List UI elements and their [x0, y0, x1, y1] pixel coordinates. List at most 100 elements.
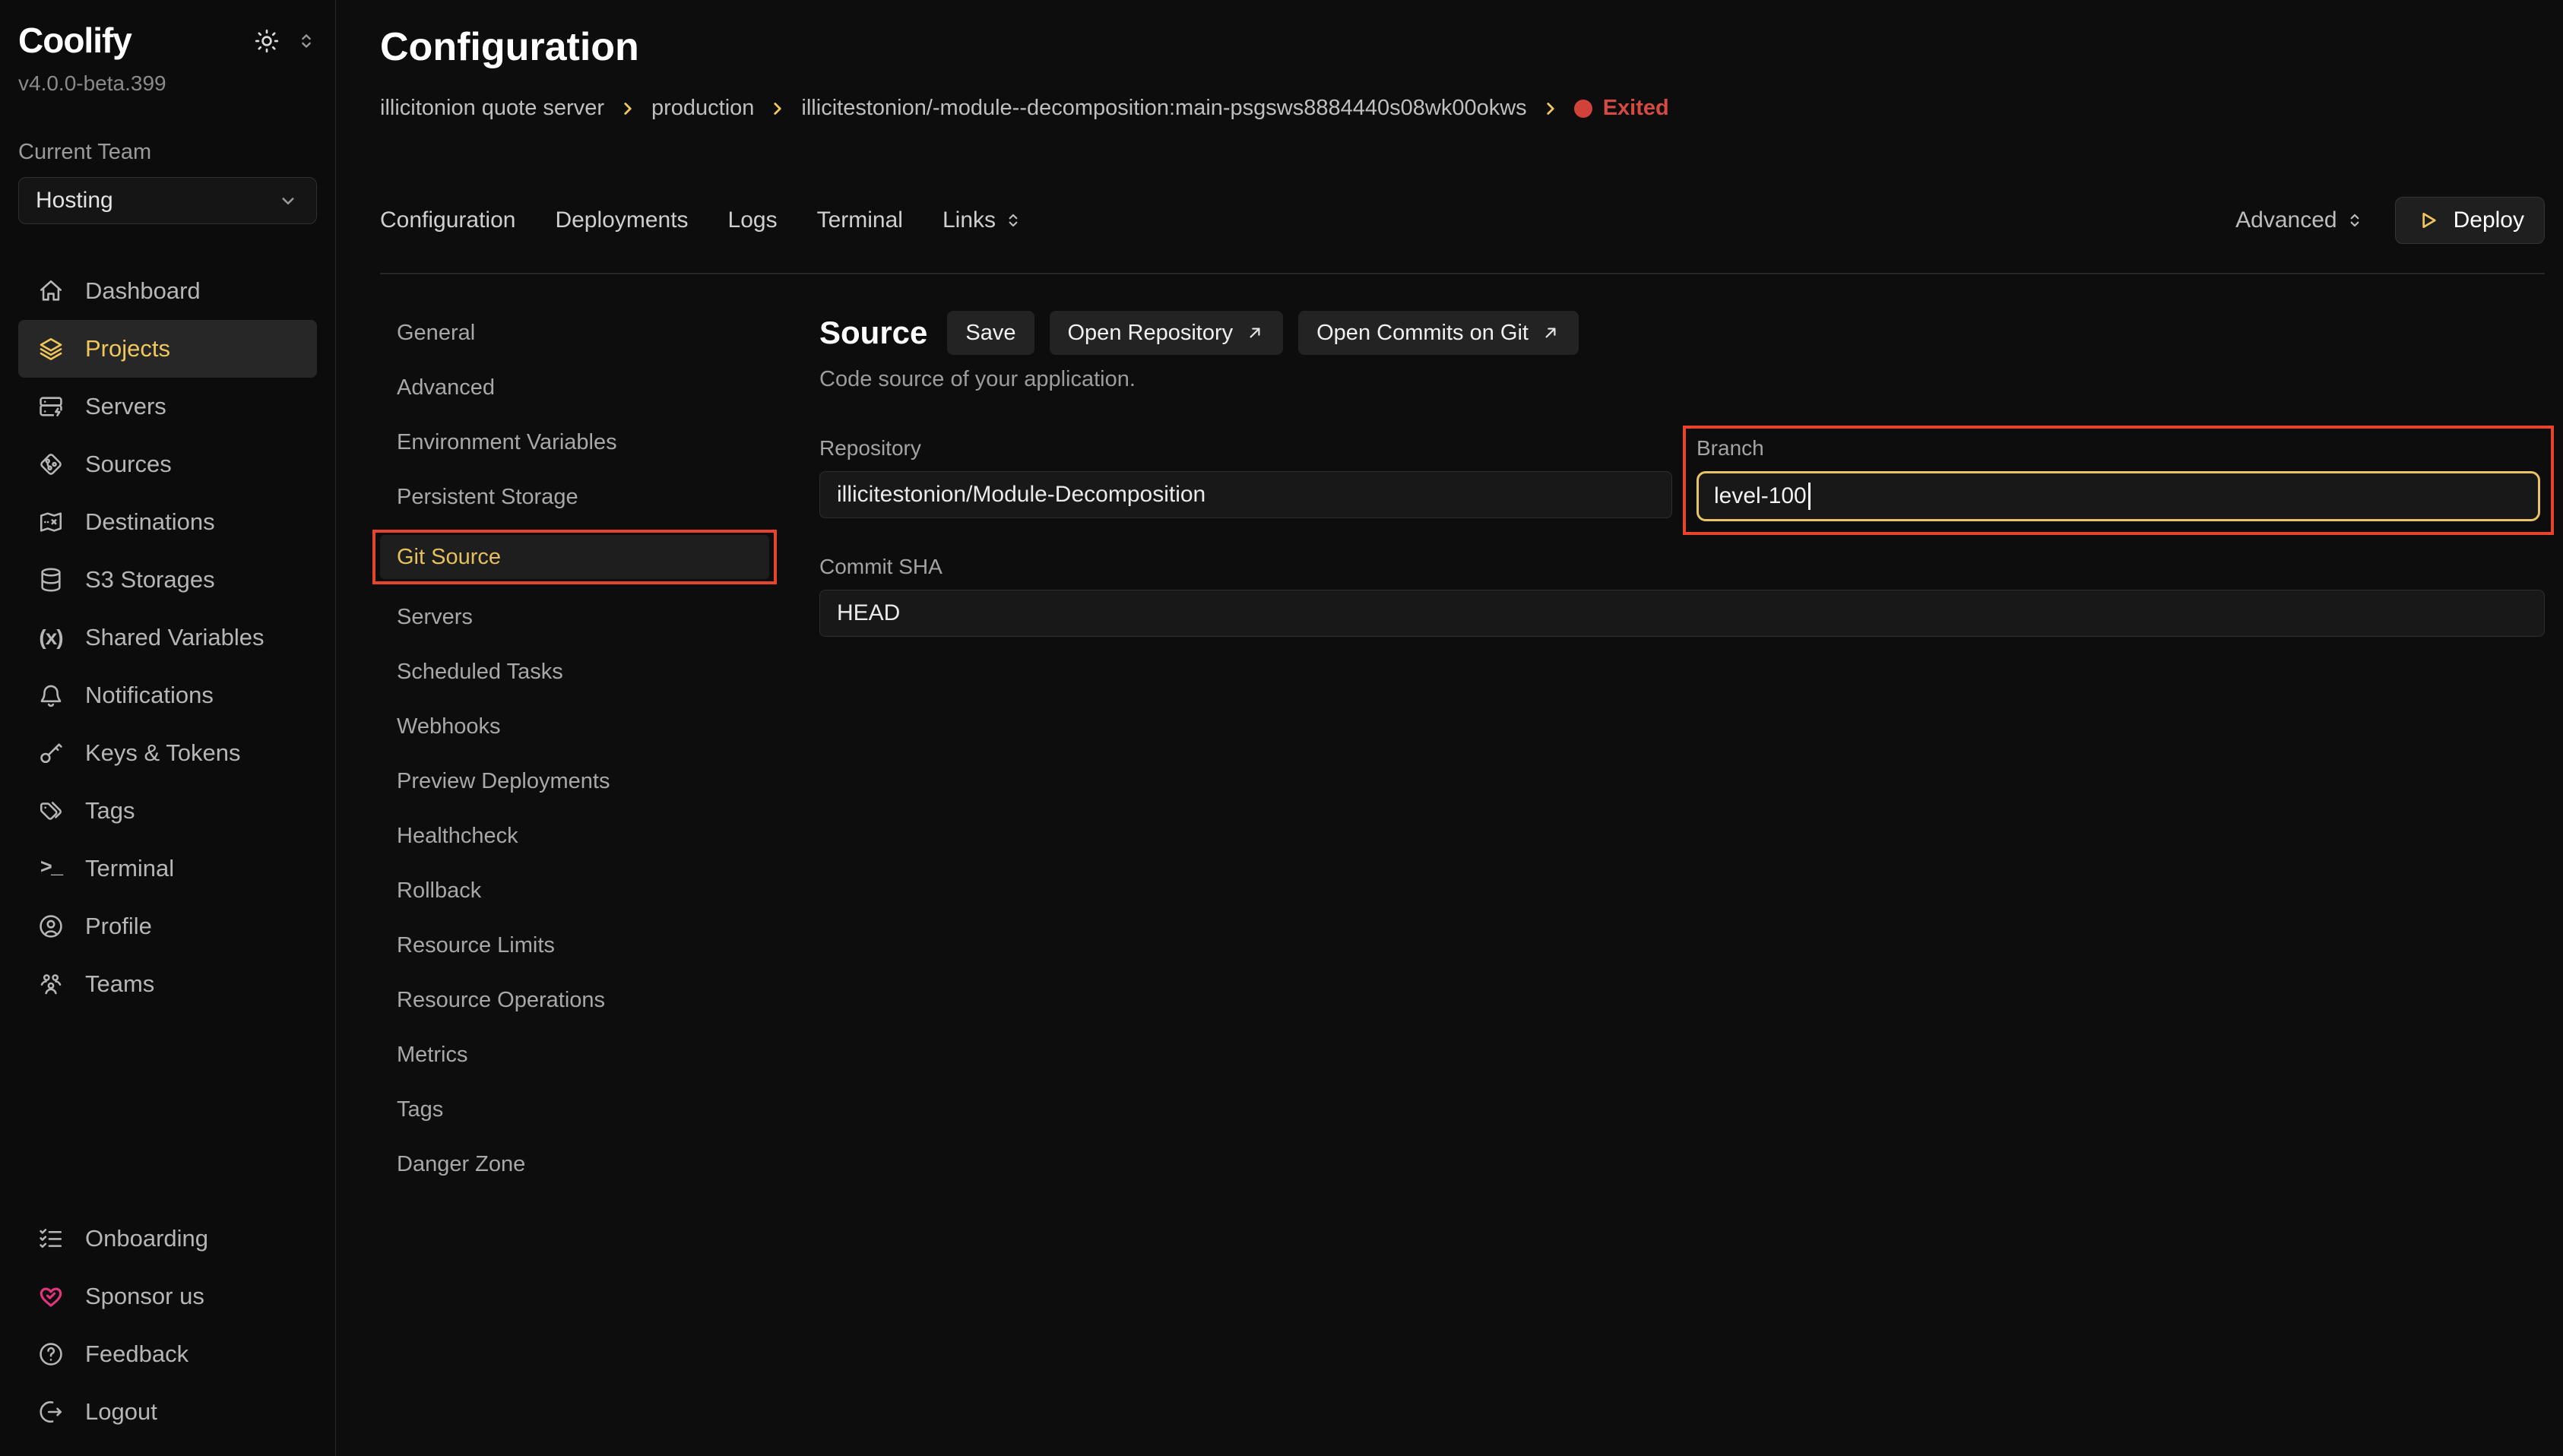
sidebar-item-label: Tags	[85, 797, 135, 825]
database-icon	[38, 567, 64, 593]
team-select[interactable]: Hosting	[18, 177, 317, 224]
commit-sha-field: Commit SHA	[819, 555, 2545, 637]
sidebar-item-label: Profile	[85, 913, 152, 940]
sidebar-item-shared-variables[interactable]: (x) Shared Variables	[18, 609, 317, 666]
subnav-item-servers[interactable]: Servers	[380, 595, 777, 639]
tab-deployments[interactable]: Deployments	[555, 207, 688, 233]
sun-icon[interactable]	[253, 27, 280, 55]
sidebar-item-label: Notifications	[85, 682, 214, 709]
deploy-button-label: Deploy	[2454, 207, 2524, 233]
save-button[interactable]: Save	[947, 311, 1034, 355]
open-commits-button[interactable]: Open Commits on Git	[1298, 311, 1579, 355]
sidebar-item-dashboard[interactable]: Dashboard	[18, 262, 317, 320]
home-icon	[38, 278, 64, 304]
breadcrumb: illicitonion quote server production ill…	[380, 96, 2545, 121]
user-circle-icon	[38, 913, 64, 939]
breadcrumb-resource[interactable]: illicitestonion/-module--decomposition:m…	[801, 96, 1526, 121]
tab-terminal[interactable]: Terminal	[817, 207, 903, 233]
settings-subnav: General Advanced Environment Variables P…	[380, 311, 777, 1197]
subnav-item-danger-zone[interactable]: Danger Zone	[380, 1142, 777, 1186]
chevron-right-icon	[618, 99, 638, 119]
sidebar-item-label: Sources	[85, 451, 172, 478]
sidebar-item-onboarding[interactable]: Onboarding	[18, 1210, 317, 1268]
repository-label: Repository	[819, 436, 1672, 461]
sidebar-item-label: S3 Storages	[85, 566, 215, 593]
app-version: v4.0.0-beta.399	[18, 71, 317, 96]
sidebar-item-label: Shared Variables	[85, 624, 265, 651]
sidebar-item-label: Terminal	[85, 855, 174, 882]
section-description: Code source of your application.	[819, 367, 2545, 392]
subnav-item-healthcheck[interactable]: Healthcheck	[380, 814, 777, 858]
subnav-item-tags[interactable]: Tags	[380, 1087, 777, 1132]
tab-configuration[interactable]: Configuration	[380, 207, 515, 233]
external-link-icon	[1541, 323, 1560, 343]
breadcrumb-project[interactable]: illicitonion quote server	[380, 96, 604, 121]
subnav-item-environment-variables[interactable]: Environment Variables	[380, 420, 777, 464]
git-source-form: Source Save Open Repository Open Commits…	[819, 311, 2545, 1197]
status-text: Exited	[1603, 96, 1669, 121]
subnav-item-git-source[interactable]: Git Source	[380, 535, 769, 579]
sidebar: Coolify v4.0.0-beta.399 Current Team Hos…	[0, 0, 336, 1456]
help-circle-icon	[38, 1341, 64, 1367]
breadcrumb-environment[interactable]: production	[651, 96, 754, 121]
chevron-right-icon	[1541, 99, 1560, 119]
status-dot-icon	[1574, 100, 1592, 118]
advanced-label: Advanced	[2235, 207, 2336, 233]
sidebar-item-label: Destinations	[85, 508, 215, 536]
sidebar-item-label: Sponsor us	[85, 1283, 204, 1310]
subnav-item-rollback[interactable]: Rollback	[380, 869, 777, 913]
subnav-item-general[interactable]: General	[380, 311, 777, 355]
advanced-select[interactable]: Advanced	[2235, 207, 2364, 233]
sidebar-item-tags[interactable]: Tags	[18, 782, 317, 840]
deploy-button[interactable]: Deploy	[2395, 197, 2545, 244]
sidebar-item-logout[interactable]: Logout	[18, 1383, 317, 1441]
sidebar-item-profile[interactable]: Profile	[18, 897, 317, 955]
sidebar-item-terminal[interactable]: >_ Terminal	[18, 840, 317, 897]
key-icon	[38, 740, 64, 766]
sidebar-item-s3-storages[interactable]: S3 Storages	[18, 551, 317, 609]
branch-input[interactable]: level-100	[1697, 471, 2540, 521]
open-repository-button[interactable]: Open Repository	[1050, 311, 1284, 355]
subnav-item-resource-limits[interactable]: Resource Limits	[380, 923, 777, 967]
sidebar-item-notifications[interactable]: Notifications	[18, 666, 317, 724]
subnav-item-metrics[interactable]: Metrics	[380, 1033, 777, 1077]
sidebar-item-sources[interactable]: Sources	[18, 435, 317, 493]
sidebar-item-teams[interactable]: Teams	[18, 955, 317, 1013]
sidebar-item-label: Teams	[85, 970, 154, 998]
subnav-item-scheduled-tasks[interactable]: Scheduled Tasks	[380, 650, 777, 694]
bell-icon	[38, 682, 64, 708]
tab-logs[interactable]: Logs	[728, 207, 778, 233]
subnav-item-persistent-storage[interactable]: Persistent Storage	[380, 475, 777, 519]
sidebar-item-sponsor[interactable]: Sponsor us	[18, 1268, 317, 1325]
annotation-box-branch: Branch level-100	[1683, 426, 2554, 535]
subnav-item-advanced[interactable]: Advanced	[380, 366, 777, 410]
git-source-icon	[38, 451, 64, 477]
sidebar-item-keys-tokens[interactable]: Keys & Tokens	[18, 724, 317, 782]
checklist-icon	[38, 1226, 64, 1252]
open-commits-label: Open Commits on Git	[1316, 321, 1529, 346]
repository-input[interactable]	[819, 471, 1672, 518]
commit-sha-input[interactable]	[819, 590, 2545, 637]
subnav-item-webhooks[interactable]: Webhooks	[380, 704, 777, 749]
tab-links[interactable]: Links	[943, 207, 1023, 233]
tab-links-label: Links	[943, 207, 996, 233]
tabs-bar: Configuration Deployments Logs Terminal …	[380, 197, 2545, 244]
sidebar-item-feedback[interactable]: Feedback	[18, 1325, 317, 1383]
subnav-item-resource-operations[interactable]: Resource Operations	[380, 978, 777, 1022]
sidebar-item-servers[interactable]: Servers	[18, 378, 317, 435]
sidebar-item-projects[interactable]: Projects	[18, 320, 317, 378]
sidebar-item-label: Projects	[85, 335, 170, 362]
updown-chevrons-icon	[1003, 210, 1023, 230]
sidebar-item-label: Logout	[85, 1398, 157, 1426]
play-icon	[2416, 208, 2440, 233]
layers-icon	[38, 336, 64, 362]
current-team-label: Current Team	[18, 140, 317, 165]
sidebar-item-destinations[interactable]: Destinations	[18, 493, 317, 551]
server-icon	[38, 394, 64, 419]
chevron-right-icon	[768, 99, 787, 119]
main-content: Configuration illicitonion quote server …	[336, 0, 2563, 1197]
tabs-divider	[380, 273, 2545, 274]
save-button-label: Save	[965, 321, 1015, 346]
subnav-item-preview-deployments[interactable]: Preview Deployments	[380, 759, 777, 803]
theme-select-chevrons-icon[interactable]	[296, 30, 317, 52]
